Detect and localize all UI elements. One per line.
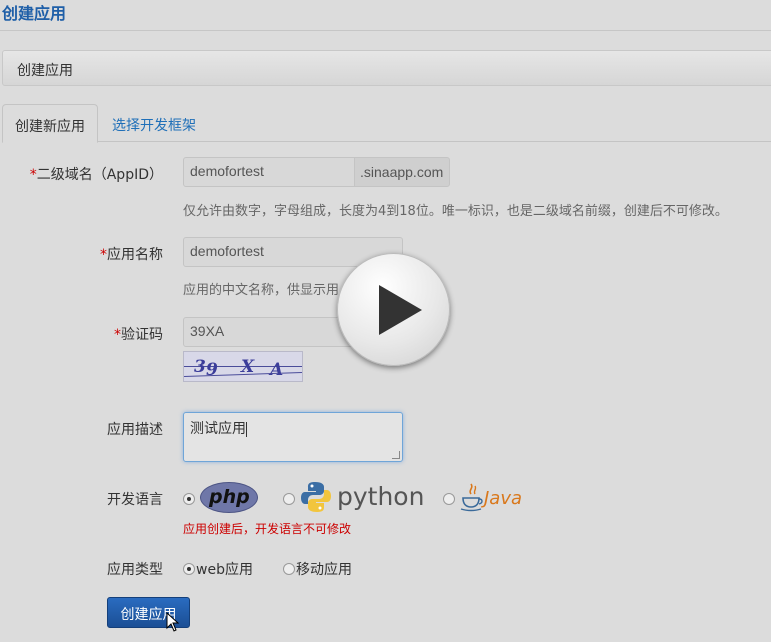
app-type-radio-web[interactable] [183, 563, 195, 575]
app-name-label: 应用名称 [107, 247, 163, 263]
python-logo-text: python [337, 482, 425, 511]
resize-handle[interactable] [392, 451, 400, 459]
text-caret [246, 421, 247, 437]
appid-label-row: *二级域名（AppID） [0, 164, 163, 184]
tab-create-new-app[interactable]: 创建新应用 [2, 104, 98, 143]
php-logo-text: php [209, 486, 250, 508]
language-warning: 应用创建后，开发语言不可修改 [183, 522, 352, 536]
language-label: 开发语言 [107, 492, 163, 508]
captcha-label: 验证码 [121, 327, 163, 343]
description-value: 测试应用 [190, 421, 246, 437]
captcha-char: 3 [194, 357, 207, 377]
language-radio-java[interactable] [443, 493, 455, 505]
language-radio-python[interactable] [283, 493, 295, 505]
java-cup-icon [460, 483, 483, 512]
language-radio-php[interactable] [183, 493, 195, 505]
app-name-label-row: *应用名称 [0, 244, 163, 264]
captcha-image[interactable]: 3 9 X A [183, 351, 303, 382]
php-logo-icon: php [200, 482, 258, 513]
breadcrumb: 创建应用 [2, 50, 771, 86]
app-type-label: 应用类型 [107, 562, 163, 578]
description-textarea[interactable]: 测试应用 [183, 412, 403, 462]
play-icon[interactable] [337, 253, 450, 366]
breadcrumb-label: 创建应用 [17, 63, 73, 79]
appid-input[interactable]: demofortest [183, 157, 355, 187]
app-type-radio-mobile[interactable] [283, 563, 295, 575]
captcha-char: A [270, 360, 285, 380]
required-mark: * [100, 247, 107, 263]
captcha-char: 9 [206, 360, 219, 380]
java-logo-text: Java [484, 488, 523, 509]
app-name-help-text: 应用的中文名称，供显示用 [183, 283, 340, 298]
description-label: 应用描述 [107, 422, 163, 438]
tab-choose-framework[interactable]: 选择开发框架 [100, 104, 208, 142]
python-logo-icon: python [299, 480, 431, 516]
java-logo-icon: Java [460, 482, 530, 514]
required-mark: * [29, 167, 37, 183]
app-type-mobile-label[interactable]: 移动应用 [296, 559, 352, 579]
app-type-web-label[interactable]: web应用 [196, 559, 253, 579]
tab-bar: 创建新应用 选择开发框架 [2, 104, 771, 143]
required-mark: * [114, 327, 121, 343]
appid-label: 二级域名（AppID） [36, 167, 163, 183]
mouse-pointer-icon [166, 612, 180, 632]
play-triangle [379, 285, 422, 335]
captcha-label-row: *验证码 [0, 324, 163, 344]
captcha-char: X [241, 357, 256, 377]
title-divider [0, 30, 771, 31]
appid-help-text: 仅允许由数字，字母组成，长度为4到18位。唯一标识，也是二级域名前缀，创建后不可… [183, 204, 728, 219]
appid-domain-suffix: .sinaapp.com [354, 157, 450, 187]
page-title: 创建应用 [2, 4, 67, 23]
python-snake-icon [301, 482, 331, 512]
